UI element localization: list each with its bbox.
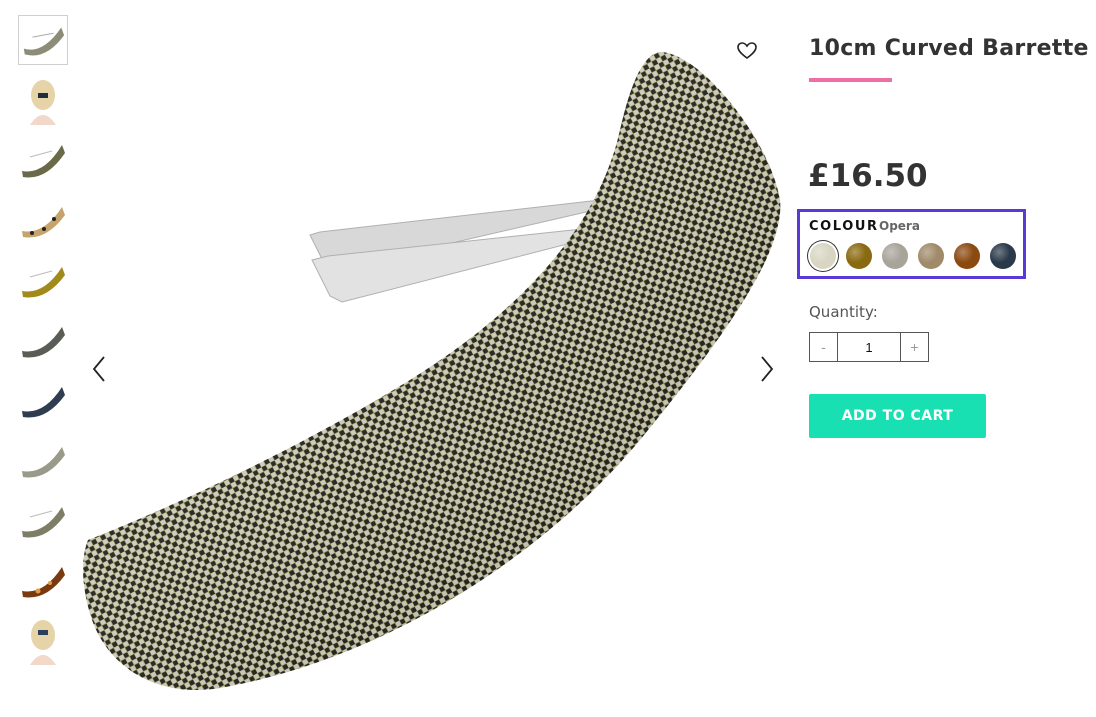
thumbnail-grey-barrette[interactable] <box>18 315 68 365</box>
thumbnail-navy-barrette[interactable] <box>18 375 68 425</box>
thumbnail-tortoiseshell-barrette[interactable] <box>18 555 68 605</box>
heart-icon[interactable] <box>736 40 758 62</box>
thumbnail-marble-barrette[interactable] <box>18 435 68 485</box>
chevron-left-icon[interactable] <box>88 354 112 384</box>
thumbnail-opera-barrette-side[interactable] <box>18 135 68 185</box>
add-to-cart-button[interactable]: ADD TO CART <box>809 394 986 438</box>
quantity-input[interactable] <box>838 333 900 361</box>
thumbnail-leopard-barrette[interactable] <box>18 195 68 245</box>
colour-selected-name: Opera <box>879 219 920 233</box>
quantity-increase-button[interactable]: + <box>900 333 928 361</box>
barrette-image <box>83 52 781 691</box>
product-price: £16.50 <box>808 158 928 194</box>
thumbnail-model-back-navy[interactable] <box>18 75 68 125</box>
quantity-label: Quantity: <box>809 303 878 321</box>
quantity-stepper: - + <box>809 332 929 362</box>
product-title: 10cm Curved Barrette <box>809 36 1089 61</box>
thumbnail-opera-barrette[interactable] <box>18 15 68 65</box>
quantity-decrease-button[interactable]: - <box>810 333 838 361</box>
thumbnail-opera-barrette-alt[interactable] <box>18 495 68 545</box>
title-underline <box>809 78 892 82</box>
colour-swatch-opera[interactable] <box>810 243 836 269</box>
thumbnail-model-back-blue[interactable] <box>18 615 68 665</box>
colour-swatch-tortoiseshell[interactable] <box>954 243 980 269</box>
colour-swatch-navy[interactable] <box>990 243 1016 269</box>
colour-swatch-leopard[interactable] <box>918 243 944 269</box>
main-product-image <box>80 20 790 710</box>
chevron-right-icon[interactable] <box>754 354 778 384</box>
thumbnail-yellow-tortoise-barrette[interactable] <box>18 255 68 305</box>
colour-swatch-grey-marble[interactable] <box>882 243 908 269</box>
colour-label: COLOUR <box>809 219 879 234</box>
colour-swatch-yellow-tortoise[interactable] <box>846 243 872 269</box>
